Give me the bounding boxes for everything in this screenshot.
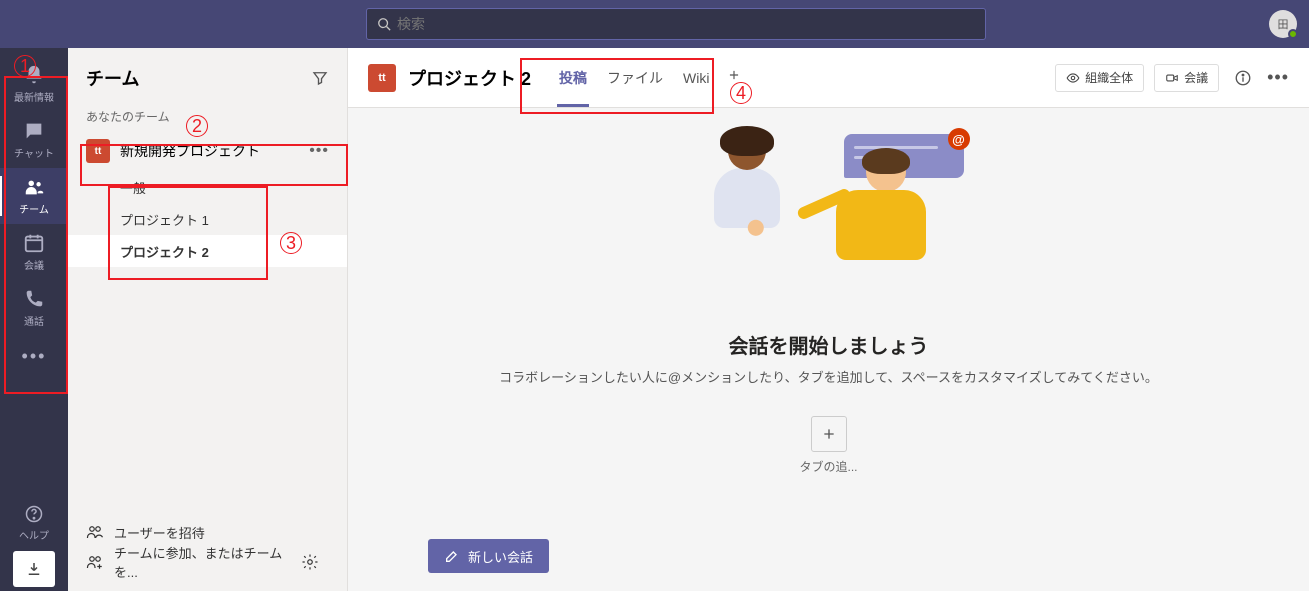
tab-files[interactable]: ファイル xyxy=(597,48,673,107)
list-header-title: チーム xyxy=(86,65,139,91)
at-mention-icon: @ xyxy=(948,128,970,150)
bell-icon xyxy=(23,64,45,86)
channel-tabs: 投稿 ファイル Wiki xyxy=(549,48,749,107)
plus-icon xyxy=(821,426,837,442)
search-input[interactable] xyxy=(397,16,975,32)
org-wide-label: 組織全体 xyxy=(1085,69,1133,86)
add-tab-button[interactable] xyxy=(811,416,847,452)
channel-team-avatar: tt xyxy=(368,64,396,92)
list-footer: ユーザーを招待 チームに参加、またはチームを... xyxy=(68,507,347,591)
rail-calls[interactable]: 通話 xyxy=(0,280,68,336)
main-content: tt プロジェクト 2 投稿 ファイル Wiki 組織全体 xyxy=(348,48,1309,591)
rail-label: 会議 xyxy=(24,257,44,272)
new-conversation-label: 新しい会話 xyxy=(468,547,533,566)
channel-project-2[interactable]: プロジェクト 2 xyxy=(68,235,347,267)
channel-title: プロジェクト 2 xyxy=(408,65,531,91)
empty-illustration: @ xyxy=(694,126,964,306)
team-avatar: tt xyxy=(86,139,110,163)
calendar-icon xyxy=(23,232,45,254)
rail-more[interactable]: ••• xyxy=(0,336,68,376)
empty-state-title: 会話を開始しましょう xyxy=(729,330,929,359)
new-conversation-button[interactable]: 新しい会話 xyxy=(428,539,549,573)
filter-icon[interactable] xyxy=(311,69,329,87)
help-icon xyxy=(24,504,44,524)
invite-label: ユーザーを招待 xyxy=(114,523,205,542)
teams-list-panel: チーム あなたのチーム tt 新規開発プロジェクト ••• 一般 プロジェクト … xyxy=(68,48,348,591)
tab-posts[interactable]: 投稿 xyxy=(549,48,597,107)
avatar-initials: 田 xyxy=(1278,16,1289,32)
illustration-person-b xyxy=(810,152,930,302)
download-icon xyxy=(25,560,43,578)
tab-add-button[interactable] xyxy=(719,68,749,87)
header-actions: 組織全体 会議 ••• xyxy=(1055,64,1289,92)
rail-calendar[interactable]: 会議 xyxy=(0,224,68,280)
team-name: 新規開発プロジェクト xyxy=(120,141,309,161)
rail-download[interactable] xyxy=(13,551,55,587)
channel-general[interactable]: 一般 xyxy=(68,171,347,203)
channel-header: tt プロジェクト 2 投稿 ファイル Wiki 組織全体 xyxy=(348,48,1309,108)
team-row[interactable]: tt 新規開発プロジェクト ••• xyxy=(68,131,347,171)
plus-icon xyxy=(727,68,741,82)
illustration-person-a xyxy=(702,126,792,266)
add-tab-label: タブの追... xyxy=(799,458,857,475)
compose-bar: 新しい会話 xyxy=(348,521,1309,591)
team-more-button[interactable]: ••• xyxy=(309,142,329,160)
rail-activity[interactable]: 最新情報 xyxy=(0,56,68,112)
title-bar: 田 xyxy=(0,0,1309,48)
join-create-label: チームに参加、またはチームを... xyxy=(114,543,301,581)
meet-label: 会議 xyxy=(1184,69,1208,86)
join-create-icon xyxy=(86,553,104,571)
rail-help[interactable]: ヘルプ xyxy=(0,499,68,547)
rail-label: チーム xyxy=(19,201,49,216)
rail-label: 最新情報 xyxy=(14,89,54,104)
user-avatar[interactable]: 田 xyxy=(1269,10,1297,38)
app-rail: 最新情報 チャット チーム 会議 通話 ••• xyxy=(0,48,68,591)
gear-icon[interactable] xyxy=(301,553,319,571)
rail-label: 通話 xyxy=(24,313,44,328)
header-more-button[interactable]: ••• xyxy=(1267,67,1289,88)
search-icon xyxy=(377,17,391,31)
info-icon xyxy=(1234,69,1252,87)
search-box[interactable] xyxy=(366,8,986,40)
presence-indicator xyxy=(1288,29,1298,39)
org-wide-button[interactable]: 組織全体 xyxy=(1055,64,1144,92)
teams-icon xyxy=(23,176,45,198)
eye-icon xyxy=(1066,71,1080,85)
invite-icon xyxy=(86,523,104,541)
join-create-team[interactable]: チームに参加、またはチームを... xyxy=(86,547,329,577)
ellipsis-icon: ••• xyxy=(22,346,47,367)
tab-wiki[interactable]: Wiki xyxy=(673,48,719,107)
rail-chat[interactable]: チャット xyxy=(0,112,68,168)
video-icon xyxy=(1165,71,1179,85)
empty-state-subtitle: コラボレーションしたい人に@メンションしたり、タブを追加して、スペースをカスタマ… xyxy=(499,367,1158,386)
posts-empty-state: @ 会話を開始しましょう コラボレーションしたい人に@メンションしたり、タブを追 xyxy=(348,108,1309,521)
meet-button[interactable]: 会議 xyxy=(1154,64,1219,92)
list-header: チーム xyxy=(68,48,347,108)
rail-label: ヘルプ xyxy=(19,527,49,542)
your-teams-label: あなたのチーム xyxy=(68,108,347,131)
info-button[interactable] xyxy=(1229,64,1257,92)
phone-icon xyxy=(23,288,45,310)
channel-project-1[interactable]: プロジェクト 1 xyxy=(68,203,347,235)
chat-icon xyxy=(23,120,45,142)
rail-label: チャット xyxy=(14,145,54,160)
compose-icon xyxy=(444,548,460,564)
rail-teams[interactable]: チーム xyxy=(0,168,68,224)
